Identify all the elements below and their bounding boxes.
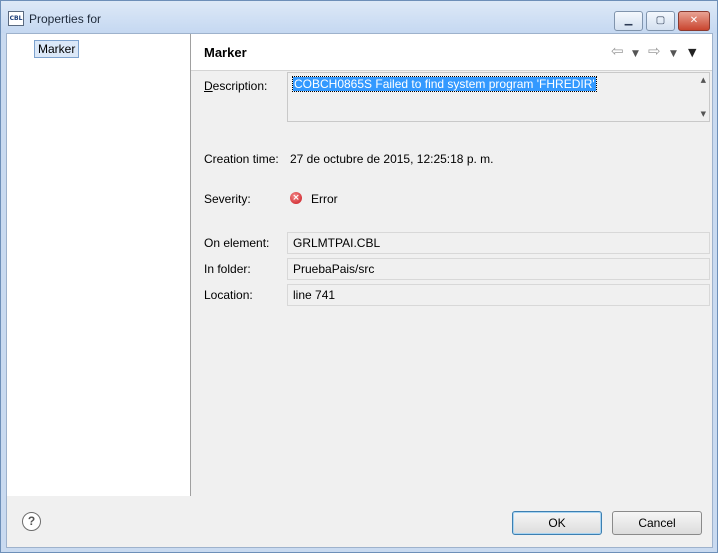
title-bar: CBL Properties for ▁ ▢ ✕ (1, 1, 717, 33)
location-label: Location: (204, 288, 253, 302)
on-element-field[interactable]: GRLMTPAI.CBL (287, 232, 710, 254)
cancel-button[interactable]: Cancel (612, 511, 702, 535)
forward-dropdown-icon[interactable]: ▼ (670, 45, 677, 63)
maximize-icon: ▢ (655, 15, 666, 26)
error-icon: × (290, 192, 302, 204)
dialog-client-area: Marker Marker ⇦ ▼ ⇨ ▼ ▼ Description: COB… (6, 33, 713, 548)
properties-dialog: CBL Properties for ▁ ▢ ✕ Marker Marker ⇦… (0, 0, 718, 553)
in-folder-field[interactable]: PruebaPais/src (287, 258, 710, 280)
minimize-button[interactable]: ▁ (614, 11, 643, 31)
minimize-icon: ▁ (624, 15, 633, 26)
description-field[interactable]: COBCH0865S Failed to find system program… (287, 72, 710, 122)
page-header: Marker ⇦ ▼ ⇨ ▼ ▼ (191, 34, 712, 71)
tree-item-marker[interactable]: Marker (34, 40, 80, 58)
location-field[interactable]: line 741 (287, 284, 710, 306)
property-page: Marker ⇦ ▼ ⇨ ▼ ▼ Description: COBCH0865S… (191, 34, 712, 496)
back-arrow-icon[interactable]: ⇦ (611, 42, 624, 60)
view-menu-icon[interactable]: ▼ (688, 44, 696, 62)
property-page-tree: Marker (7, 34, 191, 496)
scroll-up-icon[interactable]: ▲ (701, 76, 706, 84)
help-icon[interactable]: ? (22, 512, 41, 531)
close-icon: ✕ (689, 15, 699, 26)
creation-time-label: Creation time: (204, 152, 279, 166)
creation-time-value: 27 de octubre de 2015, 12:25:18 p. m. (290, 152, 494, 166)
maximize-button[interactable]: ▢ (646, 11, 675, 31)
scroll-down-icon[interactable]: ▼ (701, 110, 706, 118)
location-value: line 741 (293, 288, 336, 302)
on-element-label: On element: (204, 236, 270, 250)
page-title: Marker (204, 45, 247, 60)
back-dropdown-icon[interactable]: ▼ (632, 45, 639, 63)
description-value[interactable]: COBCH0865S Failed to find system program… (292, 76, 597, 92)
in-folder-value: PruebaPais/src (293, 262, 375, 276)
app-icon: CBL (8, 11, 24, 26)
description-label-text: escription: (212, 79, 268, 93)
ok-button[interactable]: OK (512, 511, 602, 535)
close-button[interactable]: ✕ (678, 11, 710, 31)
forward-arrow-icon[interactable]: ⇨ (648, 42, 661, 60)
severity-value: Error (311, 192, 338, 206)
severity-label: Severity: (204, 192, 251, 206)
on-element-value: GRLMTPAI.CBL (293, 236, 381, 250)
window-title: Properties for (29, 12, 102, 26)
description-label: Description: (204, 79, 268, 93)
in-folder-label: In folder: (204, 262, 251, 276)
